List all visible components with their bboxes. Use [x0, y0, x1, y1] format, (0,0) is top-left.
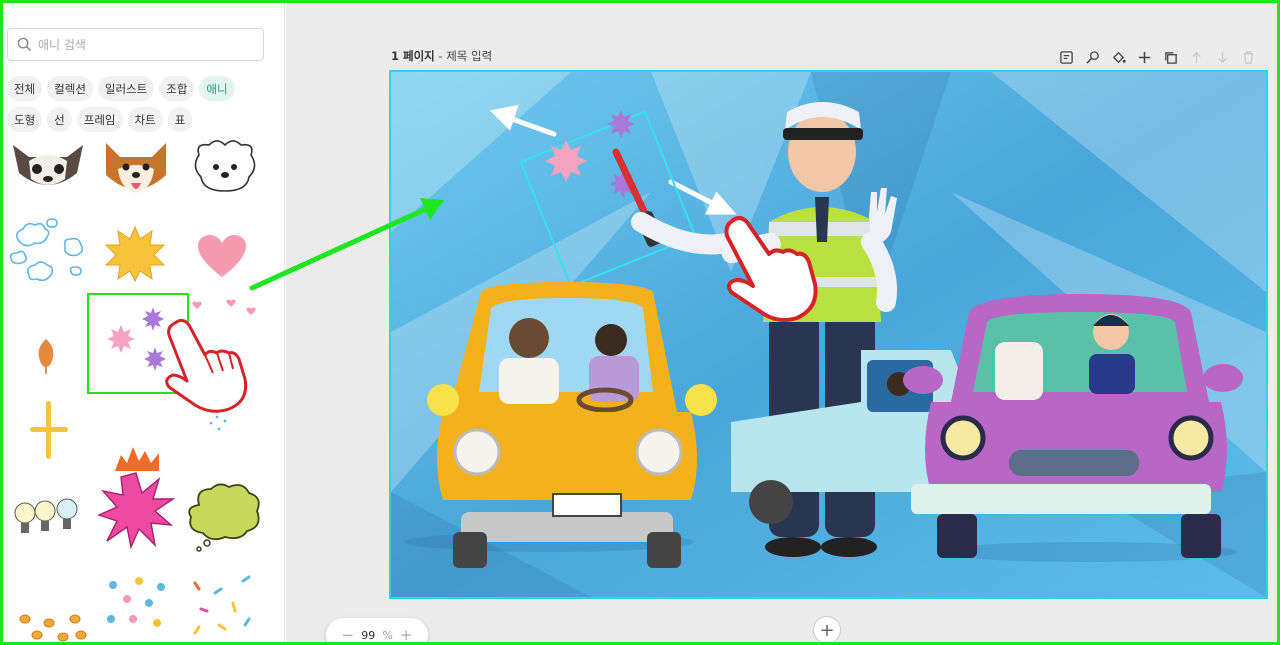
add-page-button[interactable]: + [813, 616, 841, 644]
chip-animation[interactable]: 애니 [199, 76, 235, 101]
zoom-in-button[interactable]: + [400, 626, 413, 644]
flowers-confetti-asset[interactable] [99, 563, 171, 633]
cross-sparkle-asset[interactable] [28, 399, 70, 461]
chip-chart[interactable]: 차트 [127, 107, 163, 132]
search-box[interactable] [7, 28, 264, 61]
cloud-asset[interactable] [7, 215, 91, 291]
duplicate-page-button[interactable] [1160, 47, 1180, 67]
editor-workspace: 1 페이지 - 제목 입력 − 99 % + + [286, 3, 1277, 645]
speech-cloud-asset[interactable] [185, 481, 263, 555]
trash-icon [1243, 50, 1253, 64]
hand-cursor-icon [165, 318, 248, 413]
chip-collection[interactable]: 컬렉션 [47, 76, 93, 101]
slide-illustration [391, 72, 1266, 597]
arrow-down-icon [1217, 51, 1227, 63]
search-input[interactable] [38, 37, 248, 52]
arrow-up-icon [1191, 51, 1201, 63]
chip-illustration[interactable]: 일러스트 [97, 76, 155, 101]
chip-shape[interactable]: 도형 [7, 107, 43, 132]
page-toolbar [1056, 47, 1258, 67]
memo-button[interactable] [1056, 47, 1076, 67]
copy-icon [1164, 51, 1177, 64]
category-chips: 전체 컬렉션 일러스트 조합 애니 도형 선 프레임 차트 표 [7, 76, 277, 138]
chip-line[interactable]: 선 [47, 107, 72, 132]
chip-all[interactable]: 전체 [7, 76, 43, 101]
page-header: 1 페이지 - 제목 입력 [391, 48, 492, 64]
shiba-asset[interactable] [100, 139, 172, 201]
delete-page-button[interactable] [1238, 47, 1258, 67]
plus-icon [1138, 51, 1150, 63]
coins-asset[interactable] [15, 611, 89, 642]
heart-asset[interactable] [196, 233, 248, 279]
fire-asset[interactable] [111, 443, 163, 473]
lightbulbs-asset[interactable] [9, 495, 83, 543]
asset-panel: 전체 컬렉션 일러스트 조합 애니 도형 선 프레임 차트 표 [3, 3, 285, 642]
paint-bucket-icon [1112, 51, 1126, 63]
magic-button[interactable] [1082, 47, 1102, 67]
streamers-confetti-asset[interactable] [185, 573, 259, 642]
zoom-out-button[interactable]: − [342, 626, 355, 644]
chihuahua-asset[interactable] [7, 139, 89, 193]
zoom-value[interactable]: 99 [361, 629, 375, 642]
explosion-asset[interactable] [97, 471, 175, 549]
chip-table[interactable]: 표 [167, 107, 193, 132]
magic-wand-icon [1085, 50, 1099, 64]
move-down-button[interactable] [1212, 47, 1232, 67]
search-icon [17, 37, 32, 52]
background-fill-button[interactable] [1108, 47, 1128, 67]
page-number: 1 페이지 [391, 49, 435, 63]
zoom-control: − 99 % + [326, 618, 428, 645]
add-element-button[interactable] [1134, 47, 1154, 67]
slide-canvas[interactable] [389, 70, 1268, 599]
page-title-input[interactable]: - 제목 입력 [438, 49, 492, 63]
starburst-asset[interactable] [104, 225, 166, 283]
move-up-button[interactable] [1186, 47, 1206, 67]
chip-frame[interactable]: 프레임 [76, 107, 123, 132]
memo-icon [1059, 50, 1073, 64]
zoom-unit: % [382, 628, 393, 642]
chip-combination[interactable]: 조합 [159, 76, 195, 101]
leaf-asset[interactable] [35, 337, 57, 375]
poodle-asset[interactable] [189, 139, 261, 193]
